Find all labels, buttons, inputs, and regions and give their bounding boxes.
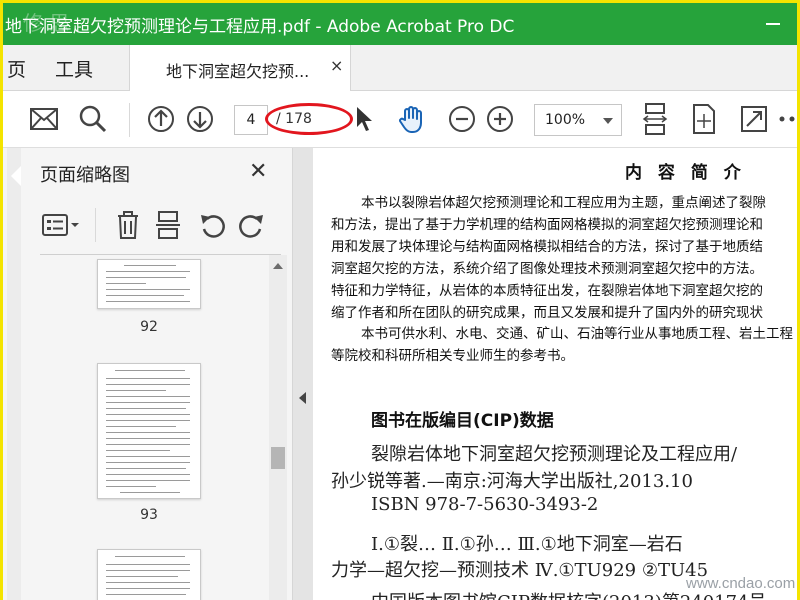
email-icon[interactable]: [29, 104, 59, 134]
panel-collapse-strip[interactable]: [293, 148, 313, 600]
chevron-down-icon: [603, 118, 613, 124]
panel-pointer: [11, 166, 21, 186]
watermark-text: www.cndao.com: [686, 575, 796, 592]
tab-tools[interactable]: 工具: [55, 55, 93, 82]
zoom-select[interactable]: 100%: [534, 104, 622, 136]
panel-rail: [7, 148, 21, 600]
tab-document-label: 地下洞室超欠挖预...: [166, 62, 310, 81]
page-thumbnail[interactable]: [97, 549, 201, 600]
cip-title: 图书在版编目(CIP)数据: [371, 411, 554, 431]
content-summary-heading: 内 容 简 介: [625, 163, 746, 183]
summary-line: 用和发展了块体理论与结构面网格模拟相结合的方法，探讨了基于地质结: [331, 239, 763, 255]
zoom-value: 100%: [545, 112, 586, 128]
panel-separator: [95, 208, 96, 242]
tab-home[interactable]: 页: [7, 55, 26, 82]
summary-line: 等院校和科研所相关专业师生的参考书。: [331, 348, 574, 364]
thumbnail-list: 92 93: [25, 255, 267, 600]
previous-page-icon[interactable]: [146, 104, 176, 134]
panel-toolbar: [33, 206, 281, 246]
summary-line: 和方法，提出了基于力学机理的结构面网格模拟的洞室超欠挖预测理论和: [331, 217, 763, 233]
search-icon[interactable]: [78, 104, 108, 134]
select-cursor-icon[interactable]: [350, 104, 380, 134]
page-thumbnails-panel: 页面缩略图 ✕ 92 93: [3, 148, 293, 600]
summary-line: 特征和力学特征，从岩体的本质特征出发，在裂隙岩体地下洞室超欠挖的: [331, 283, 763, 299]
window-title: 地下洞室超欠挖预测理论与工程应用.pdf - Adobe Acrobat Pro…: [5, 17, 515, 37]
cip-line: ISBN 978-7-5630-3493-2: [371, 494, 599, 515]
document-view[interactable]: 内 容 简 介 本书以裂隙岩体超欠挖预测理论和工程应用为主题，重点阐述了裂隙 和…: [313, 148, 797, 600]
scrollbar-thumb[interactable]: [271, 447, 285, 469]
toolbar-separator: [129, 103, 130, 137]
thumbnail-page-label: 92: [140, 319, 158, 335]
thumbnail-scrollbar[interactable]: [269, 255, 287, 600]
summary-line: 洞室超欠挖的方法，系统介绍了图像处理技术预测洞室超欠挖中的方法。: [331, 261, 763, 277]
toolbar: 4 / 178 100%: [3, 91, 797, 148]
close-icon[interactable]: ×: [330, 56, 343, 75]
full-screen-icon[interactable]: [739, 104, 769, 134]
summary-line: 本书以裂隙岩体超欠挖预测理论和工程应用为主题，重点阐述了裂隙: [361, 195, 766, 211]
delete-icon[interactable]: [113, 210, 143, 240]
collapse-arrow-icon[interactable]: [299, 392, 306, 404]
next-page-icon[interactable]: [185, 104, 215, 134]
page-number-input[interactable]: 4: [234, 105, 268, 135]
rotate-right-icon[interactable]: [237, 210, 267, 240]
panel-title: 页面缩略图: [40, 165, 130, 186]
more-tools-icon[interactable]: [773, 104, 800, 134]
thumbnail-options-icon[interactable]: [41, 210, 83, 240]
title-bar: 地下洞室超欠挖预测理论与工程应用.pdf - Adobe Acrobat Pro…: [3, 3, 797, 45]
hand-tool-icon[interactable]: [397, 104, 427, 134]
cip-line: 孙少锐等著.—南京:河海大学出版社,2013.10: [331, 471, 693, 492]
extract-pages-icon[interactable]: [153, 210, 183, 240]
zoom-out-icon[interactable]: [447, 104, 477, 134]
scroll-up-icon[interactable]: [273, 263, 283, 269]
page-thumbnail[interactable]: [97, 363, 201, 499]
rotate-left-icon[interactable]: [197, 210, 227, 240]
summary-line: 本书可供水利、水电、交通、矿山、石油等行业从事地质工程、岩土工程: [361, 326, 793, 342]
thumbnail-page-label: 93: [140, 507, 158, 523]
panel-close-icon[interactable]: ✕: [249, 159, 267, 184]
highlight-ellipse: [265, 103, 353, 135]
zoom-in-icon[interactable]: [485, 104, 515, 134]
page-thumbnail[interactable]: [97, 259, 201, 309]
watermark-logo: 修 思: [23, 11, 70, 35]
cip-line: 裂隙岩体地下洞室超欠挖预测理论及工程应用/: [371, 444, 738, 465]
cip-line: Ⅰ.①裂… Ⅱ.①孙… Ⅲ.①地下洞室—岩石: [371, 534, 683, 555]
cip-line: 力学—超欠挖—预测技术 Ⅳ.①TU929 ②TU45: [331, 560, 709, 581]
tab-bar: 页 工具 地下洞室超欠挖预... ×: [3, 45, 797, 91]
tab-document[interactable]: 地下洞室超欠挖预... ×: [129, 45, 351, 91]
fit-page-icon[interactable]: [689, 104, 719, 134]
summary-line: 缩了作者和所在团队的研究成果，而且又发展和提升了国内外的研究现状: [331, 305, 763, 321]
fit-width-icon[interactable]: [640, 103, 670, 135]
minimize-button[interactable]: [755, 3, 791, 45]
